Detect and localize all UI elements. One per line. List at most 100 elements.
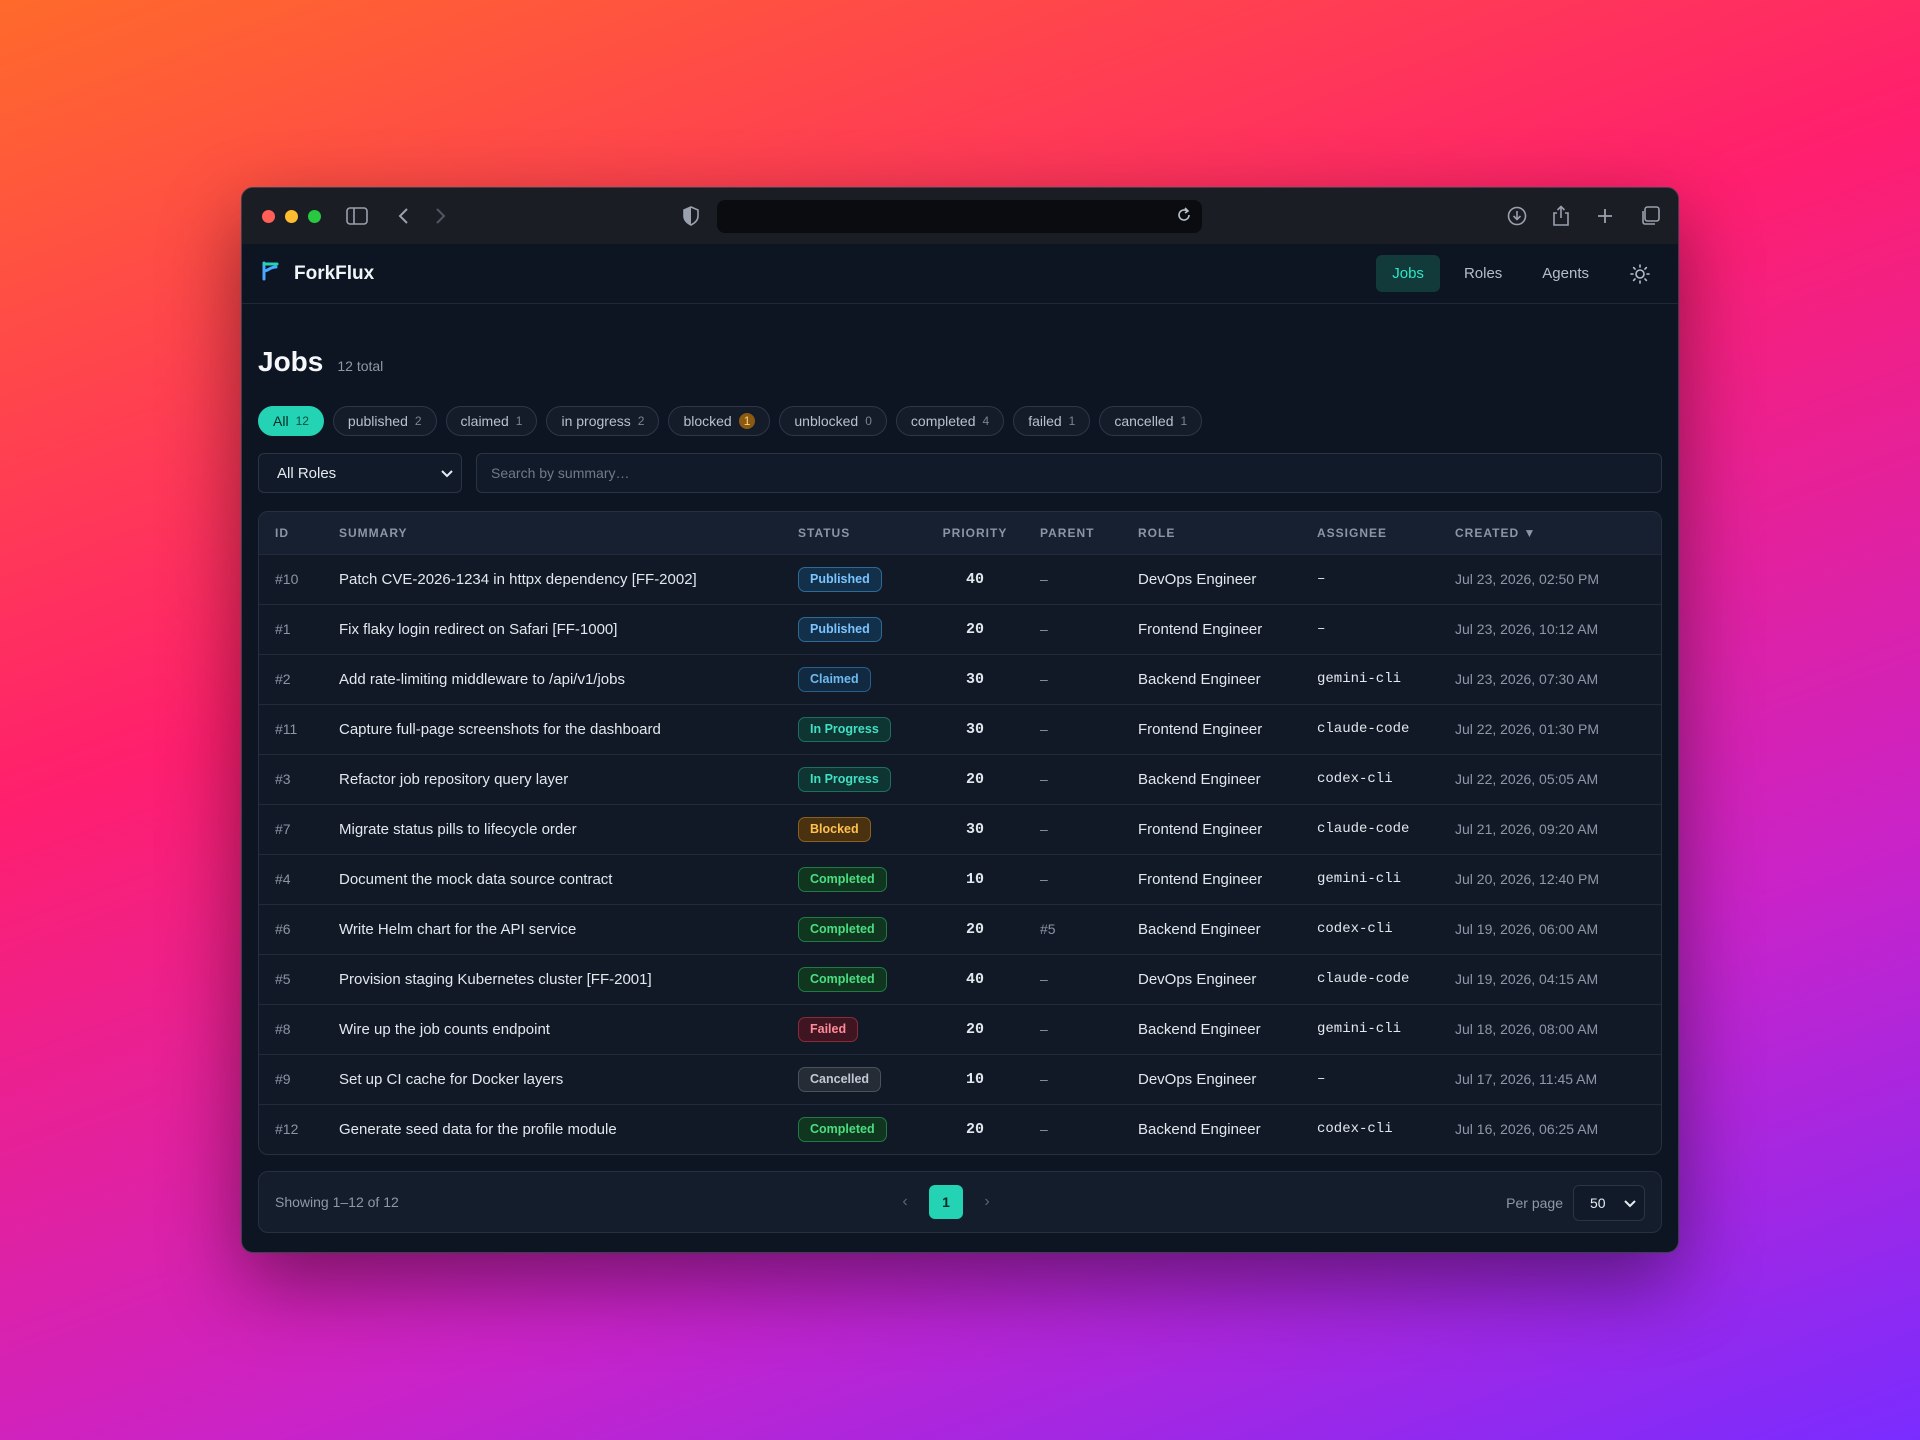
filter-pill-unblocked[interactable]: unblocked 0	[779, 406, 887, 436]
filter-pill-cancelled[interactable]: cancelled 1	[1099, 406, 1203, 436]
job-summary: Fix flaky login redirect on Safari [FF-1…	[339, 620, 618, 638]
job-parent: –	[1040, 971, 1048, 987]
table-row[interactable]: #6 Write Helm chart for the API service Co…	[259, 904, 1661, 954]
next-page-icon[interactable]: ›	[977, 1193, 997, 1211]
browser-window: ForkFlux Jobs Roles Agents Jobs 12 total…	[241, 187, 1679, 1253]
filter-pill-count: 1	[1068, 414, 1076, 428]
job-assignee: codex-cli	[1317, 771, 1393, 787]
status-badge: Claimed	[798, 666, 871, 692]
status-cell: Cancelled	[782, 1054, 926, 1104]
table-row[interactable]: #4 Document the mock data source contract…	[259, 854, 1661, 904]
job-assignee: –	[1317, 571, 1326, 587]
job-assignee: codex-cli	[1317, 1121, 1393, 1138]
nav-roles[interactable]: Roles	[1448, 255, 1518, 292]
role-select[interactable]: All Roles	[258, 453, 462, 493]
job-assignee: claude-code	[1317, 971, 1410, 987]
chevron-down-icon	[1624, 1195, 1636, 1211]
job-created: Jul 23, 2026, 07:30 AM	[1455, 671, 1599, 687]
nav-jobs[interactable]: Jobs	[1376, 255, 1440, 292]
chevron-left-icon[interactable]	[392, 204, 416, 228]
brand[interactable]: ForkFlux	[262, 261, 374, 286]
col-parent[interactable]: PARENT	[1024, 512, 1122, 554]
col-created[interactable]: CREATED ▼	[1439, 512, 1661, 554]
table-row[interactable]: #11 Capture full-page screenshots for the…	[259, 704, 1661, 754]
prev-page-icon[interactable]: ‹	[895, 1193, 915, 1211]
zoom-window-button[interactable]	[308, 209, 321, 223]
job-summary: Add rate-limiting middleware to /api/v1/…	[339, 670, 625, 688]
job-parent: –	[1040, 1121, 1048, 1138]
filter-pill-published[interactable]: published 2	[332, 406, 437, 436]
download-icon[interactable]	[1505, 204, 1529, 228]
job-summary: Migrate status pills to lifecycle order	[339, 820, 577, 838]
table-row[interactable]: #9 Set up CI cache for Docker layers Cance…	[259, 1054, 1661, 1104]
nav-agents[interactable]: Agents	[1526, 255, 1605, 292]
col-summary[interactable]: SUMMARY	[323, 512, 782, 554]
job-created: Jul 17, 2026, 11:45 AM	[1455, 1071, 1598, 1087]
reload-icon[interactable]	[1174, 205, 1194, 225]
job-parent: –	[1040, 1071, 1048, 1087]
col-status[interactable]: STATUS	[782, 512, 926, 554]
status-badge: Published	[798, 566, 882, 592]
address-bar[interactable]	[717, 200, 1202, 233]
shield-icon[interactable]	[679, 204, 703, 228]
job-summary: Set up CI cache for Docker layers	[339, 1070, 564, 1088]
col-id[interactable]: ID	[259, 512, 323, 554]
status-badge: Completed	[798, 966, 887, 992]
status-cell: Blocked	[782, 804, 926, 854]
minimize-window-button[interactable]	[285, 209, 298, 223]
filter-pill-in-progress[interactable]: in progress 2	[546, 406, 660, 436]
filter-pill-All[interactable]: All 12	[258, 406, 324, 436]
tabs-icon[interactable]	[1638, 204, 1662, 228]
status-badge: Cancelled	[798, 1066, 882, 1092]
status-cell: Completed	[782, 854, 926, 904]
filter-pill-count: 4	[982, 414, 990, 428]
job-created: Jul 22, 2026, 01:30 PM	[1455, 721, 1599, 737]
table-row[interactable]: #5 Provision staging Kubernetes cluster […	[259, 954, 1661, 1004]
job-created: Jul 19, 2026, 06:00 AM	[1455, 921, 1599, 937]
table-row[interactable]: #10 Patch CVE-2026-1234 in httpx dependen…	[259, 554, 1661, 604]
table-row[interactable]: #12 Generate seed data for the profile mo…	[259, 1104, 1661, 1154]
job-created: Jul 19, 2026, 04:15 AM	[1455, 971, 1599, 987]
table-row[interactable]: #2 Add rate-limiting middleware to /api/v…	[259, 654, 1661, 704]
table-row[interactable]: #8 Wire up the job counts endpoint Failed 2…	[259, 1004, 1661, 1054]
job-priority: 40	[965, 570, 984, 588]
plus-icon[interactable]	[1593, 204, 1617, 228]
table-row[interactable]: #3 Refactor job repository query layer In …	[259, 754, 1661, 804]
job-id: #6	[275, 921, 291, 937]
forkflux-logo-icon	[262, 261, 280, 286]
status-cell: In Progress	[782, 704, 926, 754]
share-icon[interactable]	[1549, 204, 1573, 228]
job-priority: 20	[965, 770, 984, 788]
status-cell: Published	[782, 604, 926, 654]
page-button[interactable]: 1	[929, 1185, 963, 1219]
filter-pill-label: failed	[1028, 413, 1062, 429]
filter-pill-claimed[interactable]: claimed 1	[445, 406, 538, 436]
job-created: Jul 16, 2026, 06:25 AM	[1455, 1121, 1599, 1138]
col-priority[interactable]: PRIORITY	[926, 512, 1024, 554]
close-window-button[interactable]	[262, 209, 275, 223]
per-page-select[interactable]: 50	[1573, 1185, 1645, 1221]
sun-icon[interactable]	[1621, 255, 1658, 292]
job-id: #11	[275, 721, 298, 737]
table-row[interactable]: #1 Fix flaky login redirect on Safari [FF…	[259, 604, 1661, 654]
status-badge: Published	[798, 616, 882, 642]
job-role: Backend Engineer	[1138, 770, 1261, 788]
col-role[interactable]: ROLE	[1122, 512, 1301, 554]
job-role: Backend Engineer	[1138, 1120, 1261, 1138]
col-assignee[interactable]: ASSIGNEE	[1301, 512, 1439, 554]
per-page: Per page 50	[1506, 1185, 1645, 1221]
table-row[interactable]: #7 Migrate status pills to lifecycle orde…	[259, 804, 1661, 854]
status-cell: In Progress	[782, 754, 926, 804]
sidebar-icon[interactable]	[345, 204, 369, 228]
filter-pill-blocked[interactable]: blocked 1	[668, 406, 771, 436]
main-nav: Jobs Roles Agents	[1376, 255, 1658, 292]
filter-pill-failed[interactable]: failed 1	[1013, 406, 1091, 436]
search-input[interactable]	[476, 453, 1662, 493]
chevron-right-icon[interactable]	[428, 204, 452, 228]
job-id: #7	[275, 821, 291, 837]
status-badge: Blocked	[798, 816, 871, 842]
filter-pill-completed[interactable]: completed 4	[895, 406, 1005, 436]
job-role: DevOps Engineer	[1138, 570, 1257, 588]
filter-pill-count: 12	[295, 414, 309, 428]
status-cell: Completed	[782, 954, 926, 1004]
